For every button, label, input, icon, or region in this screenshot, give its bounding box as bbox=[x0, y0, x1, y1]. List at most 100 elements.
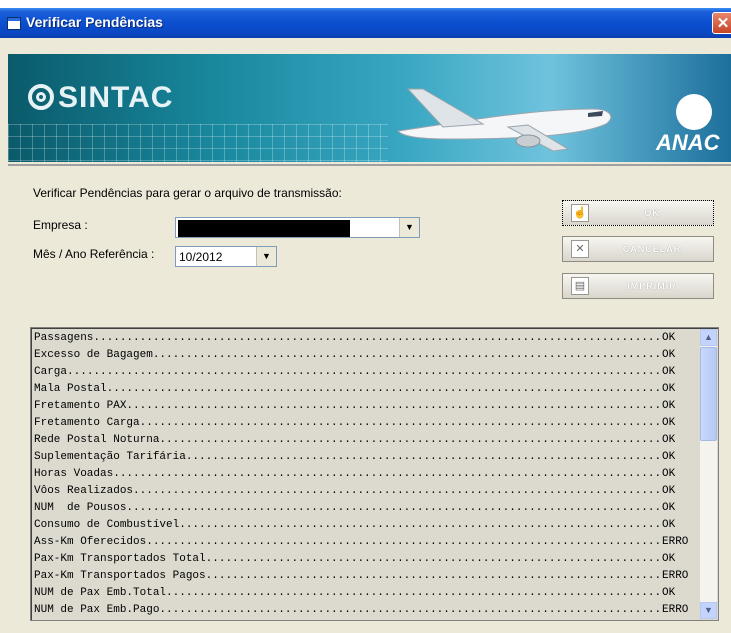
redacted-value bbox=[178, 220, 350, 237]
window-icon bbox=[7, 17, 21, 30]
empresa-label: Empresa : bbox=[33, 218, 88, 232]
list-item-name: NUM de Pousos bbox=[34, 502, 127, 514]
empresa-select[interactable]: ▼ bbox=[175, 217, 420, 238]
list-item-name: Suplementação Tarifária bbox=[34, 451, 186, 463]
dot-leader bbox=[67, 364, 662, 381]
list-item-status: OK bbox=[662, 349, 676, 361]
pendencias-list[interactable]: PassagensOKExcesso de BagagemOKCargaOKMa… bbox=[30, 327, 719, 621]
hand-icon: ☝ bbox=[571, 204, 589, 222]
list-item: NUM de Pousos OK bbox=[34, 500, 698, 517]
scroll-down-button[interactable]: ▼ bbox=[700, 602, 717, 619]
pendencias-lines: PassagensOKExcesso de BagagemOKCargaOKMa… bbox=[34, 330, 698, 620]
list-item: Ton.-Km Oferecidas OK bbox=[34, 619, 698, 620]
list-item-name: Pax-Km Transportados Pagos bbox=[34, 570, 206, 582]
scroll-thumb[interactable] bbox=[700, 347, 717, 441]
list-item-name: Passagens bbox=[34, 332, 94, 344]
list-item-name: NUM de Pax Emb.Total bbox=[34, 587, 167, 599]
list-item-name: Horas Voadas bbox=[34, 468, 114, 480]
airplane-icon bbox=[397, 88, 612, 152]
list-item-status: OK bbox=[662, 468, 676, 480]
sintac-logo-text: SINTAC bbox=[58, 81, 174, 114]
dot-leader bbox=[166, 585, 662, 602]
mes-ano-select[interactable]: 10/2012 ▼ bbox=[175, 246, 277, 267]
anac-logo-text: ANAC bbox=[656, 130, 720, 155]
vertical-scrollbar[interactable]: ▲ ▼ bbox=[700, 329, 717, 619]
list-item: Ass-Km Oferecidos ERRO bbox=[34, 534, 698, 551]
list-item-status: OK bbox=[662, 619, 698, 620]
list-item-name: Pax-Km Transportados Total bbox=[34, 553, 206, 565]
list-item-name: Fretamento PAX bbox=[34, 400, 127, 412]
dot-leader bbox=[126, 398, 662, 415]
imprimir-button[interactable]: ▤ IMPRIMIR bbox=[562, 273, 714, 299]
dot-leader bbox=[126, 500, 662, 517]
list-item-name: Ton.-Km Oferecidas bbox=[34, 619, 153, 620]
list-item: Rede Postal Noturna OK bbox=[34, 432, 698, 449]
dot-leader bbox=[153, 619, 662, 620]
cancelar-button[interactable]: ✕ CANCELAR bbox=[562, 236, 714, 262]
instruction-text: Verificar Pendências para gerar o arquiv… bbox=[33, 186, 342, 200]
list-item-status: OK bbox=[662, 502, 676, 514]
mes-ano-value: 10/2012 bbox=[179, 250, 223, 264]
printer-icon: ▤ bbox=[571, 277, 589, 295]
list-item: NUM de Pax Emb.Pago ERRO bbox=[34, 602, 698, 619]
list-item: Passagens OK bbox=[34, 330, 698, 347]
list-item-name: Consumo de Combustível bbox=[34, 519, 180, 531]
list-item-name: Vôos Realizados bbox=[34, 485, 134, 497]
list-item-status: OK bbox=[662, 519, 676, 531]
list-item-status: ERRO bbox=[662, 570, 689, 582]
list-item-status: OK bbox=[662, 332, 676, 344]
list-item-name: Excesso de Bagagem bbox=[34, 349, 153, 361]
list-item: Pax-Km Transportados Total OK bbox=[34, 551, 698, 568]
list-item: Consumo de Combustível OK bbox=[34, 517, 698, 534]
list-item-name: Fretamento Carga bbox=[34, 417, 140, 429]
dot-leader bbox=[93, 330, 662, 347]
dot-leader bbox=[107, 381, 662, 398]
list-item: Fretamento PAX OK bbox=[34, 398, 698, 415]
list-item-name: Carga bbox=[34, 366, 68, 378]
list-item-status: OK bbox=[662, 366, 676, 378]
list-item: Fretamento Carga OK bbox=[34, 415, 698, 432]
anac-logo-icon bbox=[676, 94, 712, 130]
ok-button[interactable]: ☝ OK bbox=[562, 200, 714, 226]
list-item-status: OK bbox=[662, 485, 676, 497]
dot-leader bbox=[140, 415, 662, 432]
list-item-status: OK bbox=[662, 383, 676, 395]
list-item: Carga OK bbox=[34, 364, 698, 381]
sintac-logo-icon bbox=[28, 84, 54, 110]
chevron-down-icon[interactable]: ▼ bbox=[256, 247, 276, 266]
list-item: Vôos Realizados OK bbox=[34, 483, 698, 500]
list-item-status: OK bbox=[662, 451, 676, 463]
list-item-name: Rede Postal Noturna bbox=[34, 434, 160, 446]
list-item: Excesso de Bagagem OK bbox=[34, 347, 698, 364]
list-item: Mala Postal OK bbox=[34, 381, 698, 398]
dot-leader bbox=[206, 551, 662, 568]
dot-leader bbox=[133, 483, 662, 500]
list-item-status: OK bbox=[662, 434, 676, 446]
chevron-down-icon[interactable]: ▼ bbox=[399, 218, 419, 237]
dot-leader bbox=[159, 602, 662, 619]
list-item: Suplementação Tarifária OK bbox=[34, 449, 698, 466]
window-title: Verificar Pendências bbox=[26, 14, 163, 30]
list-item-status: OK bbox=[662, 553, 676, 565]
list-item-name: Mala Postal bbox=[34, 383, 107, 395]
list-item-status: OK bbox=[662, 400, 676, 412]
scroll-up-button[interactable]: ▲ bbox=[700, 329, 717, 346]
list-item: Pax-Km Transportados Pagos ERRO bbox=[34, 568, 698, 585]
dot-leader bbox=[186, 449, 662, 466]
dot-leader bbox=[146, 534, 662, 551]
dot-leader bbox=[206, 568, 662, 585]
list-item-status: ERRO bbox=[662, 604, 689, 616]
banner-grid-pattern bbox=[8, 124, 388, 162]
mes-ano-label: Mês / Ano Referência : bbox=[33, 247, 155, 261]
list-item-status: ERRO bbox=[662, 536, 689, 548]
dot-leader bbox=[113, 466, 662, 483]
sintac-banner: SINTAC ANAC bbox=[8, 54, 731, 162]
list-item: Horas Voadas OK bbox=[34, 466, 698, 483]
list-item-status: OK bbox=[662, 417, 676, 429]
banner-divider bbox=[8, 164, 731, 166]
title-bar[interactable]: Verificar Pendências ✕ bbox=[0, 8, 731, 38]
list-item: NUM de Pax Emb.Total OK bbox=[34, 585, 698, 602]
close-button[interactable]: ✕ bbox=[712, 12, 731, 34]
dot-leader bbox=[159, 432, 662, 449]
list-item-status: OK bbox=[662, 587, 676, 599]
